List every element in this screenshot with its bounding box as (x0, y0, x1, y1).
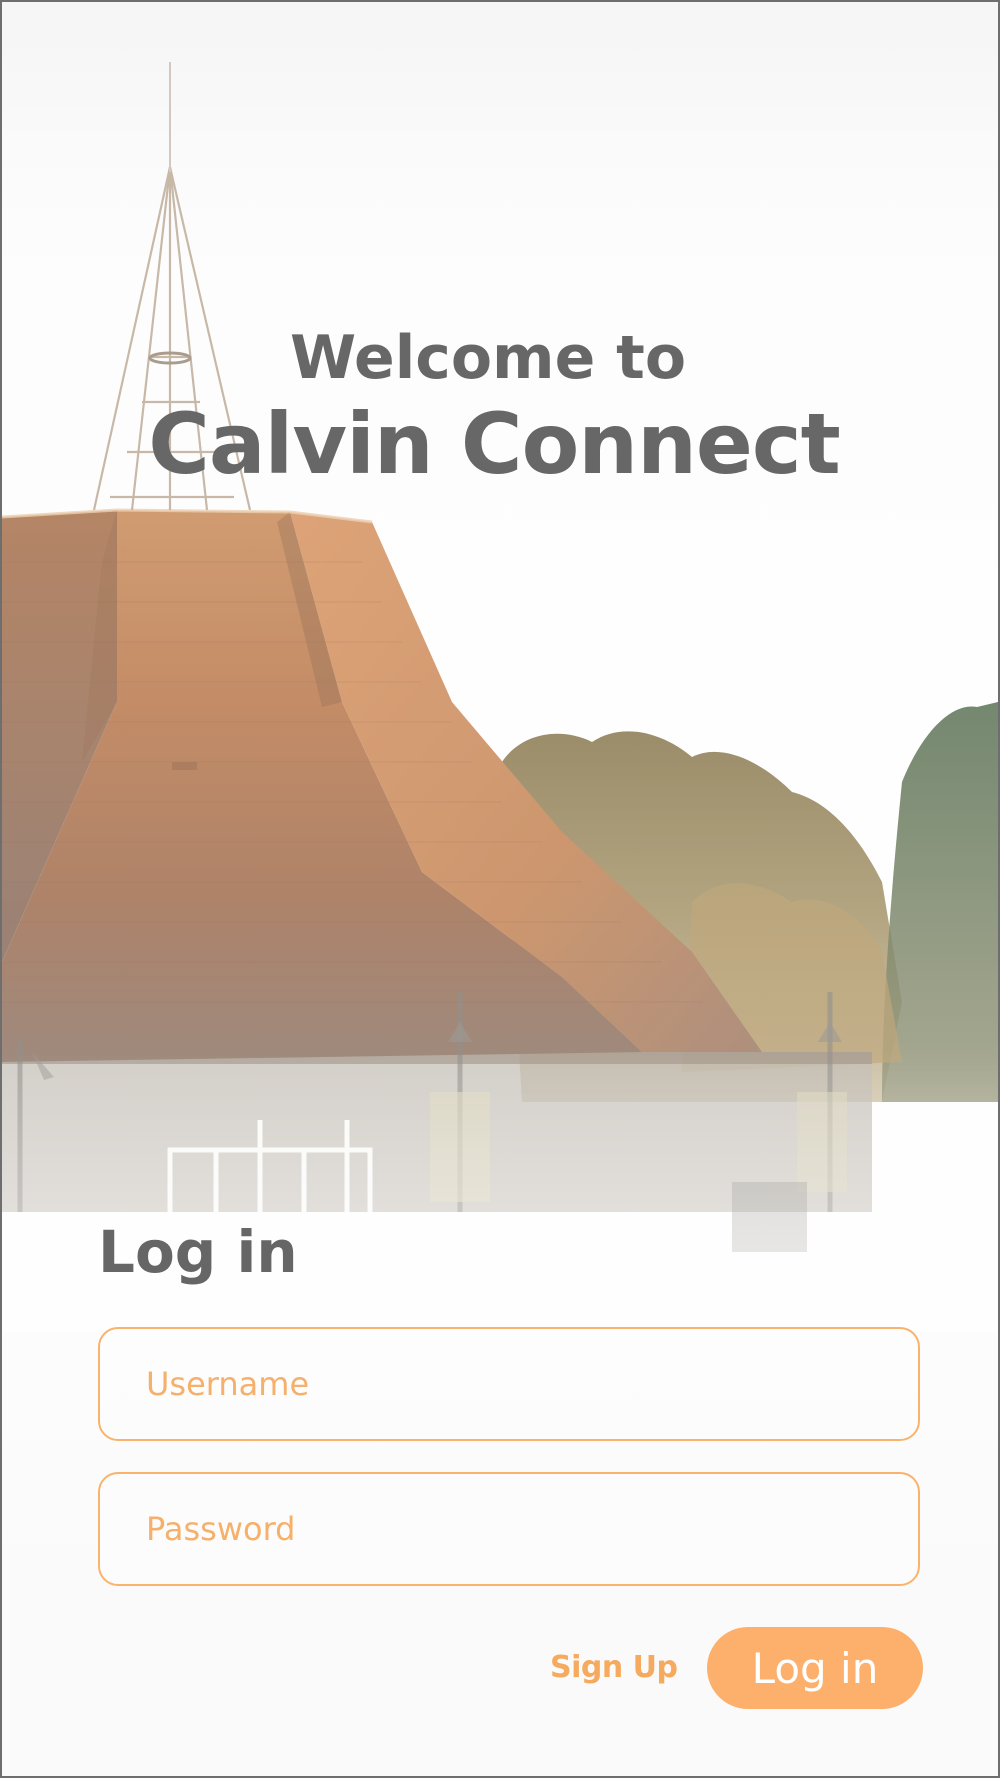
app-name-title: Calvin Connect (148, 395, 841, 493)
sign-up-link[interactable]: Sign Up (550, 1650, 678, 1685)
welcome-line: Welcome to (289, 323, 687, 393)
password-input[interactable] (98, 1472, 920, 1586)
log-in-button[interactable]: Log in (707, 1627, 923, 1709)
welcome-title: Welcome to Calvin Connect (2, 322, 998, 494)
login-heading: Log in (98, 1218, 298, 1286)
username-input[interactable] (98, 1327, 920, 1441)
login-screen: Welcome to Calvin Connect Log in Sign Up… (0, 0, 1000, 1778)
